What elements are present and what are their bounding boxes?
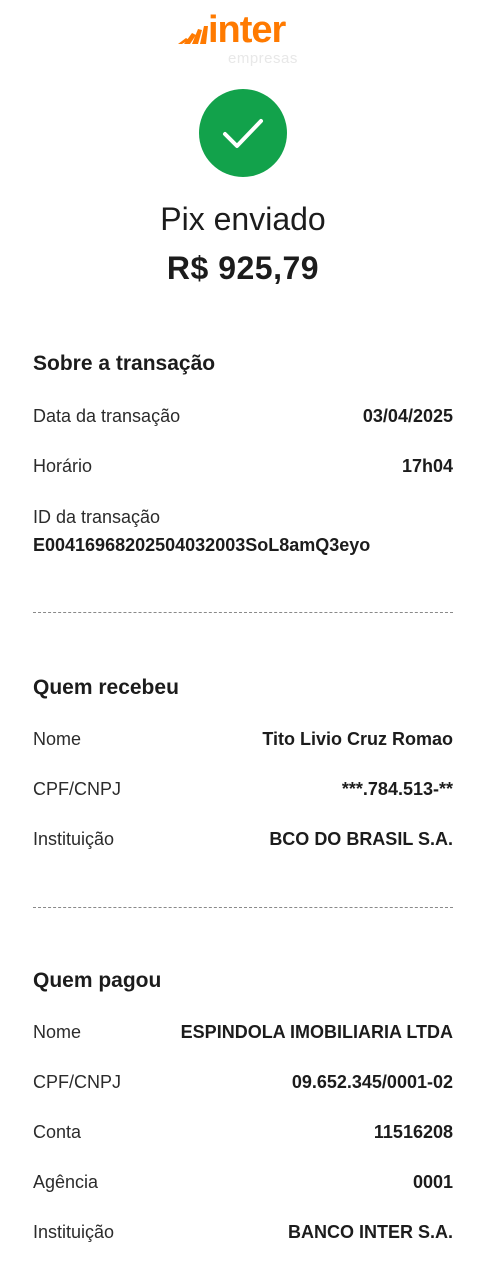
row-transaction-time: Horário 17h04 bbox=[33, 456, 453, 484]
value: ESPINDOLA IMOBILIARIA LTDA bbox=[180, 1022, 453, 1042]
transaction-id-label: ID da transação bbox=[33, 507, 161, 527]
row-receiver-name: Nome Tito Livio Cruz Romao bbox=[33, 729, 453, 757]
section-title-payer: Quem pagou bbox=[33, 969, 162, 992]
row-payer-name: Nome ESPINDOLA IMOBILIARIA LTDA bbox=[33, 1022, 453, 1050]
value: 09.652.345/0001-02 bbox=[291, 1072, 453, 1092]
label: Instituição bbox=[33, 829, 115, 849]
value: 0001 bbox=[412, 1172, 453, 1192]
row-payer-institution: Instituição BANCO INTER S.A. bbox=[33, 1222, 453, 1250]
row-payer-doc: CPF/CNPJ 09.652.345/0001-02 bbox=[33, 1072, 453, 1100]
row-payer-agency: Agência 0001 bbox=[33, 1172, 453, 1200]
row-receiver-doc: CPF/CNPJ ***.784.513-** bbox=[33, 779, 453, 807]
label: CPF/CNPJ bbox=[33, 1072, 122, 1092]
row-receiver-institution: Instituição BCO DO BRASIL S.A. bbox=[33, 829, 453, 857]
value: 11516208 bbox=[373, 1122, 453, 1142]
label: Agência bbox=[33, 1172, 99, 1192]
label: Horário bbox=[33, 456, 93, 476]
brand-name: inter bbox=[208, 9, 286, 51]
label: Instituição bbox=[33, 1222, 115, 1242]
transfer-amount: R$ 925,79 bbox=[166, 250, 320, 286]
value: 17h04 bbox=[401, 456, 453, 476]
row-payer-account: Conta 11516208 bbox=[33, 1122, 453, 1150]
section-title-receiver: Quem recebeu bbox=[33, 676, 179, 699]
checkmark-icon bbox=[223, 119, 263, 148]
value: ***.784.513-** bbox=[341, 779, 453, 799]
label: Conta bbox=[33, 1122, 82, 1142]
section-title-transaction: Sobre a transação bbox=[33, 352, 216, 375]
brand-sub: empresas bbox=[228, 50, 298, 67]
success-badge bbox=[199, 89, 287, 177]
logo-rays-icon bbox=[178, 26, 208, 44]
label: CPF/CNPJ bbox=[33, 779, 122, 799]
label: Data da transação bbox=[33, 406, 181, 426]
label: Nome bbox=[33, 729, 82, 749]
divider bbox=[33, 907, 453, 908]
value: BANCO INTER S.A. bbox=[287, 1222, 453, 1242]
status-title: Pix enviado bbox=[160, 201, 326, 237]
transaction-id-value: E00416968202504032003SoL8amQ3eyo bbox=[33, 535, 371, 555]
divider bbox=[33, 612, 453, 613]
row-transaction-date: Data da transação 03/04/2025 bbox=[33, 406, 453, 434]
value: Tito Livio Cruz Romao bbox=[262, 729, 453, 749]
value: BCO DO BRASIL S.A. bbox=[269, 829, 453, 849]
label: Nome bbox=[33, 1022, 82, 1042]
inter-logo: inter empresas bbox=[0, 10, 486, 70]
value: 03/04/2025 bbox=[362, 406, 453, 426]
